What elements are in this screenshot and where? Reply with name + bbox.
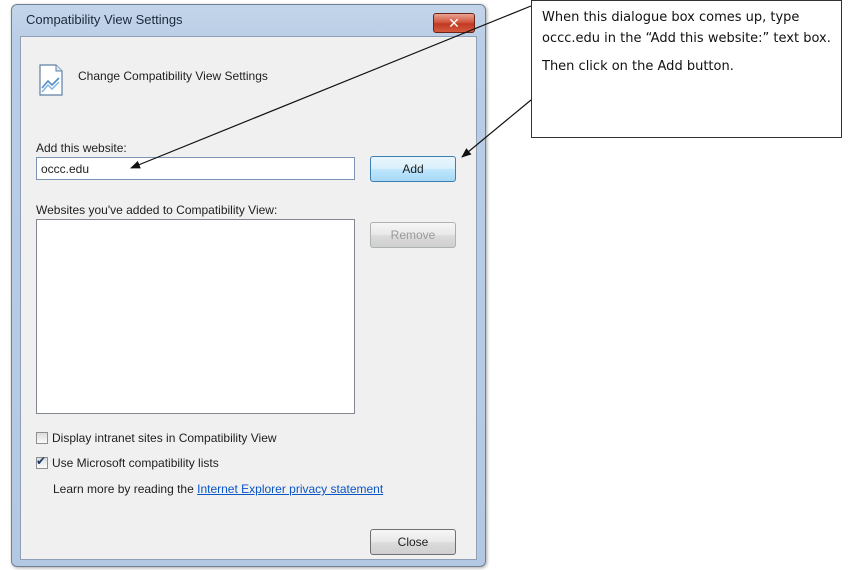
arrow-to-add-button (461, 99, 532, 158)
annotation-arrows (130, 5, 532, 169)
arrow-to-input (130, 5, 532, 169)
